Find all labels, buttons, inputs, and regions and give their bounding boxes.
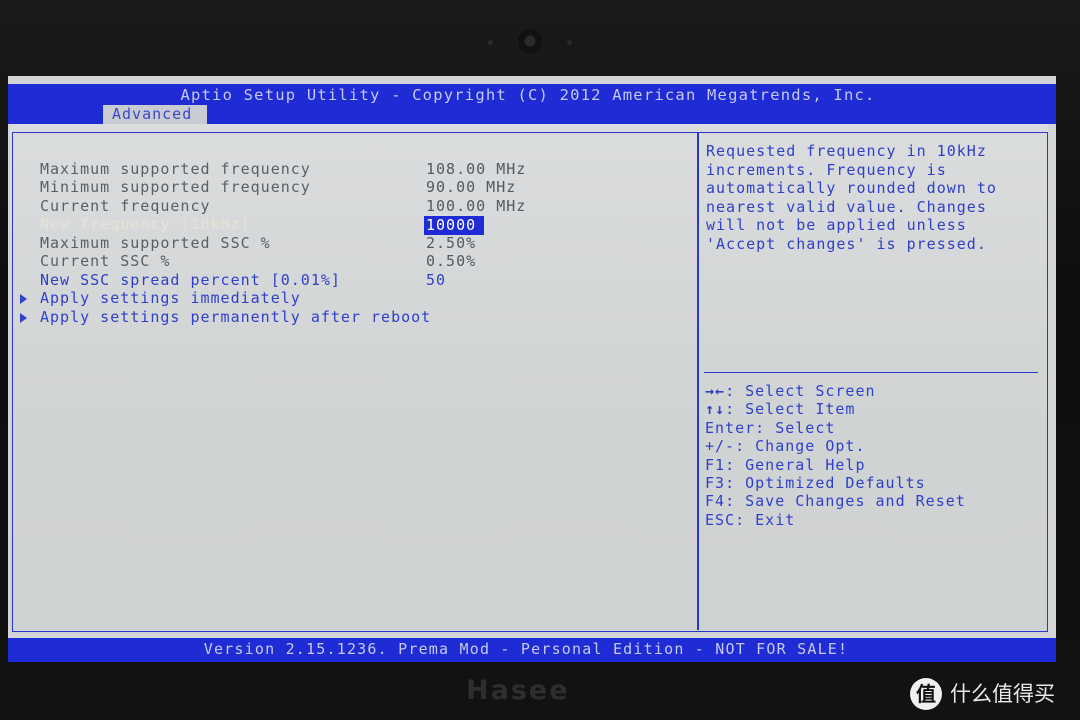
key-change-opt: +/-: Change Opt. (705, 437, 866, 456)
apply-after-reboot-link[interactable]: Apply settings permanently after reboot (40, 308, 431, 327)
help-divider (704, 372, 1038, 373)
new-ssc-input[interactable]: 50 (426, 271, 446, 290)
up-down-arrows-icon: ↑↓ (705, 400, 726, 419)
watermark-text: 什么值得买 (950, 682, 1055, 706)
setting-label-current-frequency: Current frequency (40, 197, 211, 215)
help-line: 'Accept changes' is pressed. (706, 234, 987, 253)
help-line: Requested frequency in 10kHz (706, 142, 987, 160)
key-general-help: F1: General Help (705, 455, 866, 474)
submenu-arrow-icon (20, 294, 27, 304)
watermark: 值什么值得买 (910, 676, 1055, 710)
key-select-item: ↑↓: Select Item (705, 400, 856, 419)
setting-value-max-frequency: 108.00 MHz (426, 160, 527, 178)
mic-hole-left (488, 40, 493, 45)
help-panel: Requested frequency in 10kHz increments.… (706, 142, 1036, 253)
submenu-arrow-icon (20, 313, 27, 323)
mic-hole-right (567, 40, 572, 45)
help-line: increments. Frequency is (706, 160, 947, 179)
setting-label-min-frequency: Minimum supported frequency (40, 178, 311, 196)
panel-divider (697, 133, 699, 630)
setting-value-current-frequency: 100.00 MHz (426, 197, 527, 215)
app-title: Aptio Setup Utility - Copyright (C) 2012… (180, 86, 876, 104)
bios-screen: Aptio Setup Utility - Copyright (C) 2012… (8, 76, 1056, 662)
key-exit: ESC: Exit (705, 510, 796, 529)
new-frequency-input[interactable]: 10000 (424, 216, 484, 235)
version-text: Version 2.15.1236. Prema Mod - Personal … (203, 640, 849, 658)
watermark-icon: 值 (910, 678, 942, 710)
setting-label-max-ssc: Maximum supported SSC % (40, 234, 271, 252)
title-bar: Aptio Setup Utility - Copyright (C) 2012… (8, 84, 1056, 124)
webcam (516, 28, 544, 54)
left-right-arrows-icon: →← (705, 382, 726, 400)
footer-bar: Version 2.15.1236. Prema Mod - Personal … (8, 638, 1056, 662)
apply-immediately-link[interactable]: Apply settings immediately (40, 289, 301, 308)
key-legend: →←: Select Screen ↑↓: Select Item Enter:… (705, 382, 1035, 529)
setting-label-max-frequency: Maximum supported frequency (40, 160, 311, 178)
setting-label-new-frequency[interactable]: New frequency [10kHz] (40, 215, 251, 234)
help-line: will not be applied unless (706, 216, 967, 234)
setting-value-min-frequency: 90.00 MHz (426, 178, 517, 196)
key-enter: Enter: Select (705, 418, 836, 437)
setting-label-current-ssc: Current SSC % (40, 252, 171, 270)
setting-value-current-ssc: 0.50% (426, 252, 477, 270)
hasee-logo: Hasee (466, 675, 570, 706)
tab-advanced[interactable]: Advanced (103, 105, 207, 124)
setting-value-max-ssc: 2.50% (426, 234, 477, 252)
setting-label-new-ssc[interactable]: New SSC spread percent [0.01%] (40, 271, 341, 290)
key-select-screen: →←: Select Screen (705, 382, 876, 400)
help-line: automatically rounded down to (706, 179, 997, 197)
key-save-reset: F4: Save Changes and Reset (705, 492, 966, 511)
key-optimized-defaults: F3: Optimized Defaults (705, 473, 926, 492)
help-line: nearest valid value. Changes (706, 197, 987, 216)
